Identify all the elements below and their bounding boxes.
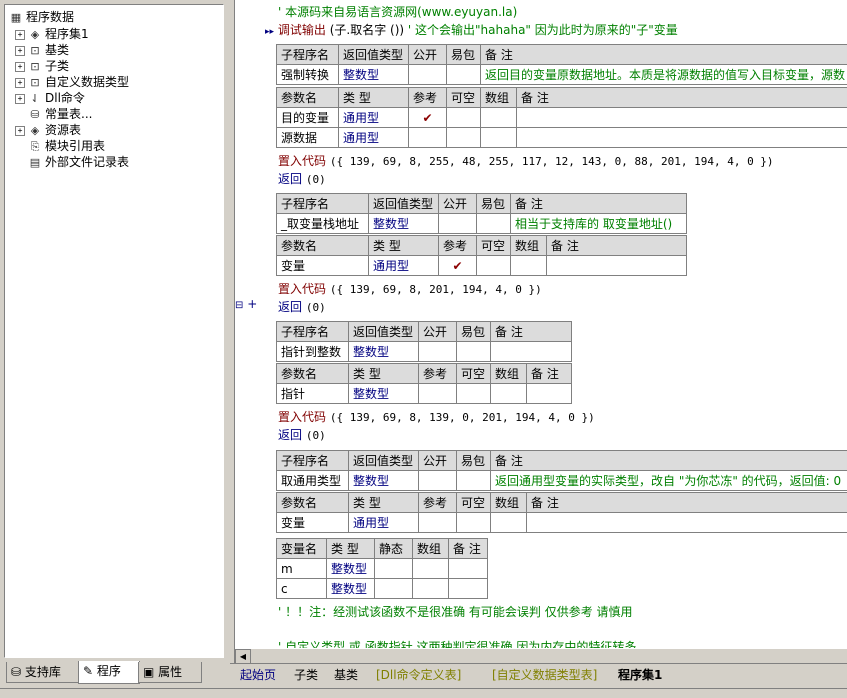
code-editor[interactable]: ' 本源码来自易语言资源网(www.eyuyan.la) ▸▸ 调试输出 (子.…	[235, 0, 847, 648]
tab-program-set-1[interactable]: 程序集1	[618, 666, 662, 684]
embed-code-line-1[interactable]: 置入代码 ({ 139, 69, 8, 255, 48, 255, 117, 1…	[278, 152, 774, 169]
tree-item-subclass[interactable]: + ⊡ 子类	[15, 58, 69, 74]
program-set-icon: ◈	[30, 28, 40, 41]
subclass-icon: ⊡	[30, 60, 40, 73]
tab-subclass[interactable]: 子类	[294, 666, 318, 684]
tree-item-program-set[interactable]: + ◈ 程序集1	[15, 26, 89, 42]
program-icon: ✎	[83, 664, 94, 678]
fold-icon: ⊟	[235, 300, 244, 311]
tab-start-page[interactable]: 起始页	[240, 666, 276, 684]
expand-icon[interactable]: +	[15, 77, 25, 88]
constant-table-icon: ⛁	[30, 108, 40, 121]
module-ref-icon: ⎘	[30, 140, 40, 153]
external-file-icon: ▤	[29, 156, 41, 169]
param-table-4: 参数名 类 型 参考 可空 数组 备 注 变量 通用型	[276, 492, 847, 533]
expand-icon[interactable]: +	[15, 45, 25, 56]
source-comment: ' 本源码来自易语言资源网(www.eyuyan.la)	[278, 5, 518, 19]
return-line-2[interactable]: 返回 (0)	[278, 298, 326, 315]
return-line-3[interactable]: 返回 (0)	[278, 426, 326, 443]
line-arrow-icon: ▸▸	[265, 27, 275, 37]
tab-support-library[interactable]: ⛁ 支持库	[6, 662, 80, 683]
sub-table-1: 子程序名 返回值类型 公开 易包 备 注 强制转换 整数型 返回目的变量原数据地…	[276, 44, 847, 85]
expand-icon[interactable]: +	[15, 61, 25, 72]
expand-icon[interactable]: +	[15, 125, 25, 136]
horizontal-scrollbar[interactable]: ◀	[235, 648, 847, 664]
debug-output-line: ▸▸ 调试输出 (子.取名字 ()) ' 这个会输出"hahaha" 因为此时为…	[265, 23, 678, 37]
tree-item-external-files[interactable]: ▤ 外部文件记录表	[15, 154, 129, 170]
scroll-left-icon[interactable]: ◀	[235, 649, 251, 664]
dll-icon: ⇃	[30, 92, 40, 105]
resource-icon: ◈	[30, 124, 40, 137]
gutter-fold-marker[interactable]: ⊟ +	[235, 297, 257, 311]
sub-name[interactable]: 强制转换	[276, 64, 339, 85]
embed-code-line-3[interactable]: 置入代码 ({ 139, 69, 8, 139, 0, 201, 194, 4,…	[278, 408, 595, 425]
tab-dll-table[interactable]: [Dll命令定义表]	[376, 666, 461, 684]
expand-icon[interactable]: +	[15, 29, 25, 40]
tab-datatype-table[interactable]: [自定义数据类型表]	[492, 666, 597, 684]
program-data-icon: ▦	[10, 11, 22, 24]
document-tabs: 起始页 子类 基类 [Dll命令定义表] [自定义数据类型表] 程序集1	[230, 663, 847, 688]
reference-check-icon[interactable]: ✔	[438, 255, 477, 276]
program-tree[interactable]: ▦ 程序数据 + ◈ 程序集1 + ⊡ 基类 + ⊡ 子类 + ⊡ 自定义数据类型 + ⇃ Dll命令…	[4, 4, 224, 658]
library-icon: ⛁	[11, 665, 22, 679]
reference-check-icon[interactable]: ✔	[408, 107, 447, 128]
sub-table-2: 子程序名 返回值类型 公开 易包 备 注 _取变量栈地址 整数型 相当于支持库的…	[276, 193, 687, 234]
datatype-icon: ⊡	[30, 76, 40, 89]
param-table-3: 参数名 类 型 参考 可空 数组 备 注 指针 整数型	[276, 363, 572, 404]
properties-icon: ▣	[143, 665, 155, 679]
sub-table-3: 子程序名 返回值类型 公开 易包 备 注 指针到整数 整数型	[276, 321, 572, 362]
tab-base-class[interactable]: 基类	[334, 666, 358, 684]
class-icon: ⊡	[30, 44, 40, 57]
param-table-1: 参数名 类 型 参考 可空 数组 备 注 目的变量 通用型 ✔ 源数据 通用型	[276, 87, 847, 148]
tree-root[interactable]: ▦ 程序数据	[9, 9, 74, 25]
sub-name[interactable]: 指针到整数	[276, 341, 349, 362]
tree-item-module-ref[interactable]: ⎘ 模块引用表	[15, 138, 105, 154]
return-line-1[interactable]: 返回 (0)	[278, 170, 326, 187]
tree-item-constants[interactable]: ⛁ 常量表...	[15, 106, 92, 122]
param-table-2: 参数名 类 型 参考 可空 数组 备 注 变量 通用型 ✔	[276, 235, 687, 276]
sub-name[interactable]: _取变量栈地址	[276, 213, 369, 234]
sub-table-4: 子程序名 返回值类型 公开 易包 备 注 取通用类型 整数型 返回通用型变量的实…	[276, 450, 847, 491]
embed-code-line-2[interactable]: 置入代码 ({ 139, 69, 8, 201, 194, 4, 0 })	[278, 280, 542, 297]
local-var-table: 变量名 类 型 静态 数组 备 注 m 整数型 c 整数型	[276, 538, 488, 599]
tree-item-custom-datatype[interactable]: + ⊡ 自定义数据类型	[15, 74, 129, 90]
tab-properties[interactable]: ▣ 属性	[138, 662, 202, 683]
tree-item-resources[interactable]: + ◈ 资源表	[15, 122, 81, 138]
left-panel: ▦ 程序数据 + ◈ 程序集1 + ⊡ 基类 + ⊡ 子类 + ⊡ 自定义数据类型 + ⇃ Dll命令…	[0, 0, 230, 697]
tree-item-base-class[interactable]: + ⊡ 基类	[15, 42, 69, 58]
expand-icon[interactable]: +	[15, 93, 25, 104]
tree-item-dll[interactable]: + ⇃ Dll命令	[15, 90, 85, 106]
warning-comment: ' ！！注：经测试该函数不是很准确 有可能会误判 仅供参考 请慎用	[278, 605, 633, 619]
sub-name[interactable]: 取通用类型	[276, 470, 349, 491]
partial-comment: ' 自定义类型 或 函数指针 这两种判定很准确 因为内存中的特征转多	[278, 640, 637, 648]
tab-program[interactable]: ✎ 程序	[78, 661, 140, 684]
